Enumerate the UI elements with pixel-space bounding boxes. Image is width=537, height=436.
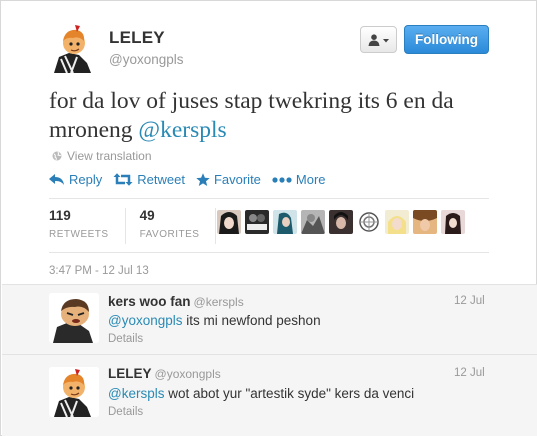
reply-author-name: kers woo fan — [108, 294, 191, 309]
tweet-mention-link[interactable]: @kerspls — [138, 117, 226, 143]
retweets-stat[interactable]: 119 RETWEETS — [49, 208, 125, 240]
reply-text-body: wot abot yur "artestik syde" kers da ven… — [164, 386, 415, 401]
tweet-actions: Reply Retweet Favorite More — [49, 172, 337, 187]
tweet-stats: 119 RETWEETS 49 FAVORITES — [49, 208, 230, 244]
person-icon — [368, 33, 389, 46]
tweet-permalink-card: LELEY @yoxongpls Following for da lov of… — [0, 0, 537, 436]
view-translation-link[interactable]: View translation — [52, 149, 152, 163]
favoriters-list — [217, 210, 465, 234]
reply-time[interactable]: 12 Jul — [454, 367, 485, 379]
reply-author[interactable]: LELEY @yoxongpls — [108, 366, 221, 381]
ellipsis-icon — [272, 176, 292, 183]
author-name[interactable]: LELEY — [109, 28, 165, 48]
more-label: More — [295, 172, 326, 187]
favoriter-avatar[interactable] — [385, 210, 409, 234]
favorite-label: Favorite — [213, 172, 261, 187]
more-button[interactable]: More — [272, 172, 326, 187]
favoriter-avatar[interactable] — [245, 210, 269, 234]
favorites-count: 49 — [139, 208, 155, 223]
reply-avatar[interactable] — [49, 293, 99, 343]
retweets-label: RETWEETS — [49, 229, 109, 240]
author-handle[interactable]: @yoxongpls — [109, 52, 184, 67]
tweet-text-body: for da lov of juses stap twekring its 6 … — [49, 88, 454, 143]
favorites-stat[interactable]: 49 FAVORITES — [140, 208, 216, 240]
favoriter-avatar[interactable] — [217, 210, 241, 234]
star-icon — [196, 172, 210, 186]
reply-mention-link[interactable]: @yoxongpls — [108, 313, 183, 328]
divider — [49, 198, 489, 199]
favoriter-avatar[interactable] — [273, 210, 297, 234]
reply-author-handle: @kerspls — [193, 295, 244, 309]
retweet-label: Retweet — [137, 172, 185, 187]
following-button[interactable]: Following — [404, 25, 489, 54]
retweets-count: 119 — [49, 208, 71, 223]
reply-details-link[interactable]: Details — [108, 333, 143, 345]
author-avatar[interactable] — [49, 23, 99, 73]
reply-label: Reply — [69, 172, 103, 187]
favorites-label: FAVORITES — [139, 229, 200, 240]
user-actions-dropdown[interactable] — [360, 26, 397, 53]
tweet-timestamp[interactable]: 3:47 PM - 12 Jul 13 — [49, 265, 149, 277]
reply-text: @yoxongpls its mi newfond peshon — [108, 313, 321, 328]
retweet-button[interactable]: Retweet — [113, 172, 185, 187]
reply-author-name: LELEY — [108, 366, 152, 381]
reply-details-link[interactable]: Details — [108, 406, 143, 418]
favorite-button[interactable]: Favorite — [196, 172, 261, 187]
reply-author-handle: @yoxongpls — [154, 367, 221, 381]
stat-divider — [124, 208, 126, 244]
tweet-text: for da lov of juses stap twekring its 6 … — [49, 87, 509, 145]
reply-tweet[interactable]: kers woo fan @kerspls 12 Jul @yoxongpls i… — [2, 284, 537, 354]
caret-down-icon — [382, 38, 389, 42]
reply-tweet[interactable]: LELEY @yoxongpls 12 Jul @kerspls wot abot… — [2, 354, 537, 436]
reply-text: @kerspls wot abot yur "artestik syde" ke… — [108, 386, 414, 401]
reply-text-body: its mi newfond peshon — [182, 313, 321, 328]
favoriter-avatar[interactable] — [301, 210, 325, 234]
divider — [49, 252, 489, 253]
retweet-icon — [113, 173, 133, 186]
globe-icon — [52, 151, 62, 161]
favoriter-avatar[interactable] — [413, 210, 437, 234]
reply-mention-link[interactable]: @kerspls — [108, 386, 164, 401]
favoriter-avatar[interactable] — [357, 210, 381, 234]
reply-arrow-icon — [49, 173, 64, 185]
favoriter-avatar[interactable] — [329, 210, 353, 234]
favoriter-avatar[interactable] — [441, 210, 465, 234]
reply-button[interactable]: Reply — [49, 172, 102, 187]
reply-time[interactable]: 12 Jul — [454, 295, 485, 307]
reply-avatar[interactable] — [49, 367, 99, 417]
view-translation-label: View translation — [67, 149, 152, 163]
reply-author[interactable]: kers woo fan @kerspls — [108, 294, 244, 309]
